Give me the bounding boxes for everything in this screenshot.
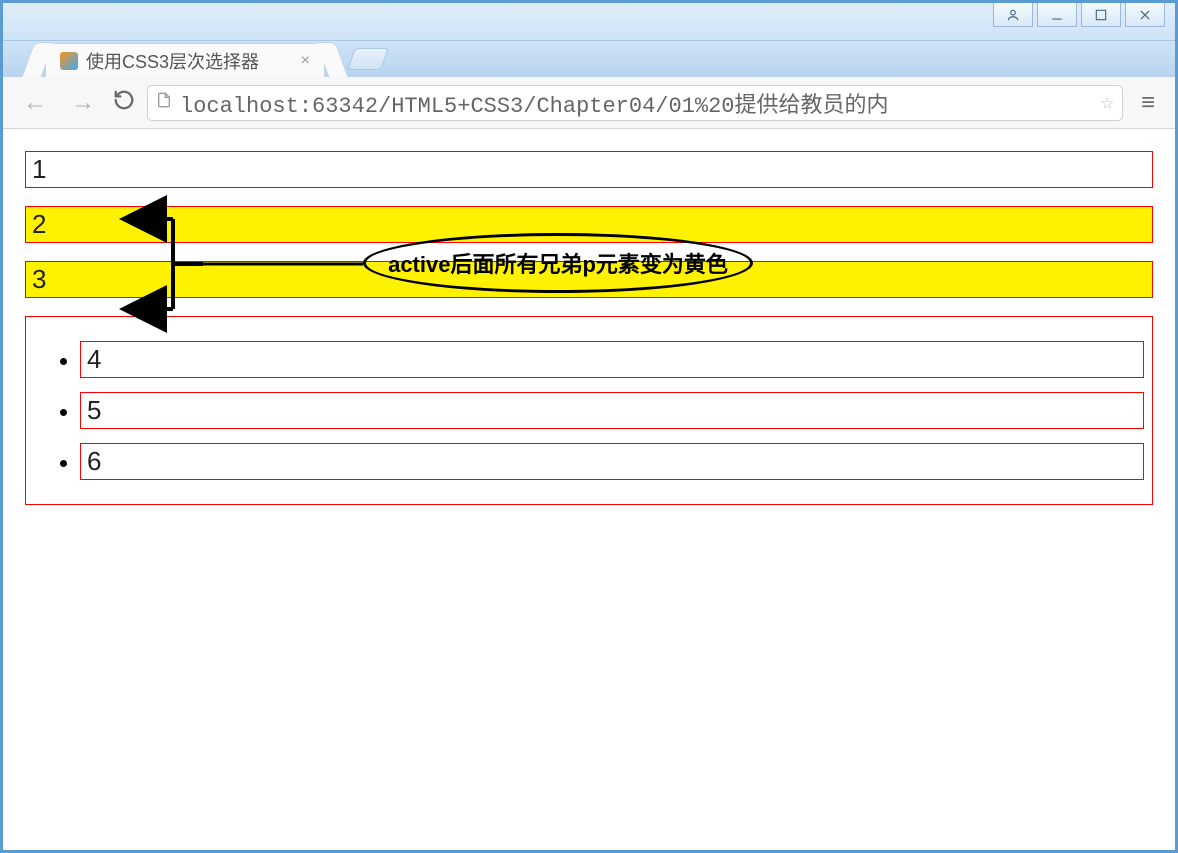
ul-container: 4 5 6 bbox=[25, 316, 1153, 505]
tab-favicon bbox=[60, 52, 78, 70]
file-icon bbox=[156, 91, 172, 115]
url-text: localhost:63342/HTML5+CSS3/Chapter04/01%… bbox=[180, 87, 1095, 119]
maximize-button[interactable] bbox=[1081, 3, 1121, 27]
p-element-3: 3 bbox=[25, 261, 1153, 298]
tab-close-icon[interactable]: × bbox=[301, 52, 310, 70]
p-element-2: 2 bbox=[25, 206, 1153, 243]
url-bar[interactable]: localhost:63342/HTML5+CSS3/Chapter04/01%… bbox=[147, 85, 1123, 121]
browser-tab[interactable]: 使用CSS3层次选择器 × bbox=[45, 43, 325, 77]
hamburger-menu-icon[interactable]: ≡ bbox=[1135, 89, 1161, 117]
minimize-button[interactable] bbox=[1037, 3, 1077, 27]
reload-icon[interactable] bbox=[113, 89, 135, 117]
page-content: 1 2 3 4 5 6 active后面所有兄弟p bbox=[3, 129, 1175, 850]
bookmark-star-icon[interactable]: ☆ bbox=[1101, 90, 1114, 116]
browser-window: 使用CSS3层次选择器 × ← → localhost:63342/HTML5+… bbox=[0, 0, 1178, 853]
list-item: 6 bbox=[80, 443, 1144, 480]
list-item: 4 bbox=[80, 341, 1144, 378]
tab-title: 使用CSS3层次选择器 bbox=[86, 48, 259, 74]
tab-bar: 使用CSS3层次选择器 × bbox=[3, 41, 1175, 77]
close-button[interactable] bbox=[1125, 3, 1165, 27]
list-item: 5 bbox=[80, 392, 1144, 429]
new-tab-button[interactable] bbox=[347, 48, 389, 70]
li-p: 5 bbox=[80, 392, 1144, 429]
p-element-1: 1 bbox=[25, 151, 1153, 188]
back-icon[interactable]: ← bbox=[17, 89, 53, 117]
li-p: 4 bbox=[80, 341, 1144, 378]
forward-icon[interactable]: → bbox=[65, 89, 101, 117]
window-titlebar bbox=[3, 3, 1175, 41]
user-button[interactable] bbox=[993, 3, 1033, 27]
browser-toolbar: ← → localhost:63342/HTML5+CSS3/Chapter04… bbox=[3, 77, 1175, 129]
list: 4 5 6 bbox=[40, 341, 1144, 480]
li-p: 6 bbox=[80, 443, 1144, 480]
